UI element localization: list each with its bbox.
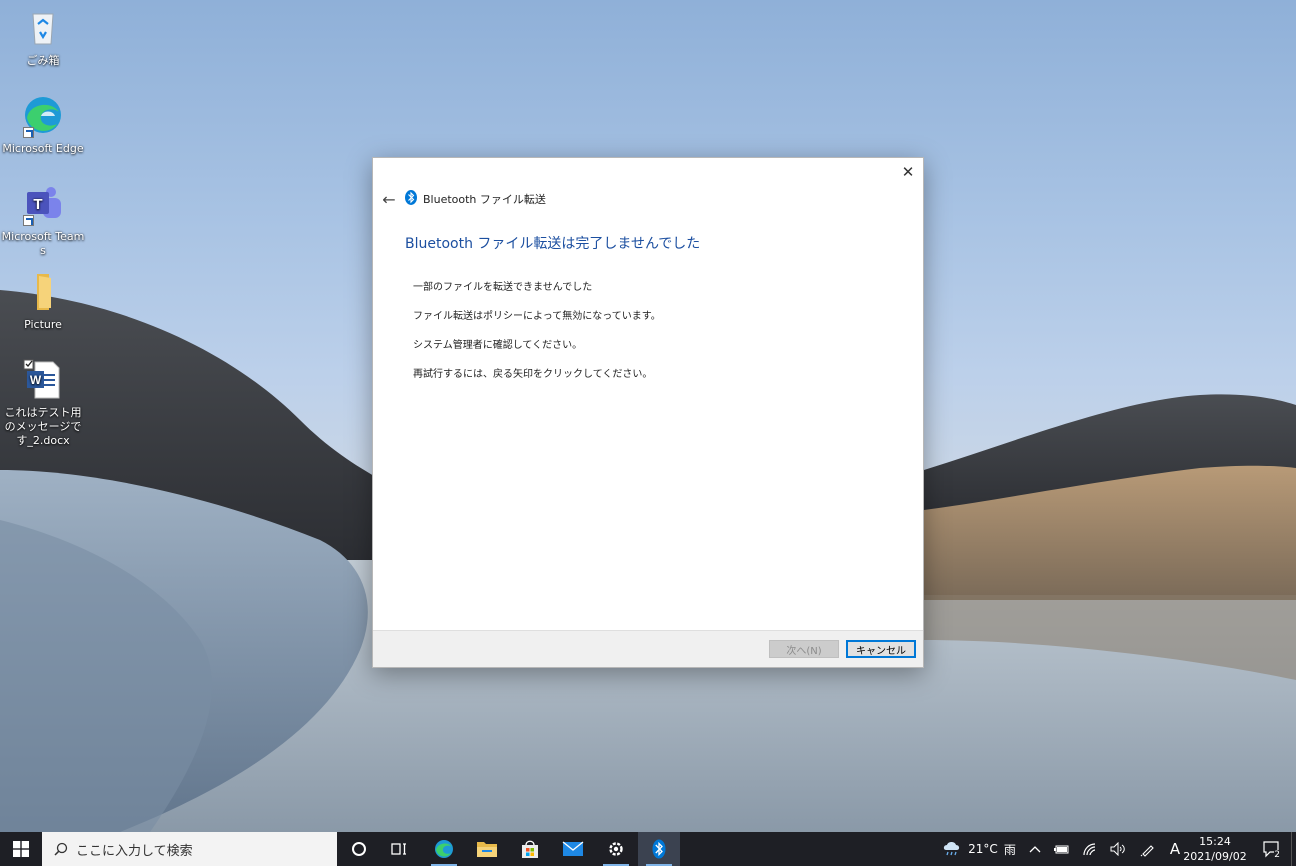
close-button[interactable]: ✕ (893, 158, 923, 186)
cancel-button[interactable]: キャンセル (846, 640, 916, 658)
recycle-bin-icon (21, 6, 65, 50)
chevron-up-icon (1029, 846, 1041, 853)
search-icon (54, 842, 68, 856)
bluetooth-transfer-dialog: ✕ ← Bluetooth ファイル転送 Bluetooth ファイル転送は完了… (372, 157, 924, 668)
task-view-icon (391, 843, 406, 855)
mail-icon (562, 841, 584, 856)
desktop-icon-recycle-bin[interactable]: ごみ箱 (1, 6, 85, 68)
desktop-icon-teams[interactable]: T Microsoft Teams (1, 182, 85, 258)
desktop-icon-label: Microsoft Teams (1, 230, 85, 257)
weather-condition: 雨 (1003, 842, 1016, 857)
start-button[interactable] (0, 832, 42, 866)
taskbar: ここに入力して検索 21°C 雨 A 15:24 2021/09/02 2 (0, 832, 1296, 866)
back-arrow-icon: ← (382, 189, 396, 209)
edge-icon (21, 94, 65, 138)
taskbar-app-mail[interactable] (552, 832, 594, 866)
desktop-icon-edge[interactable]: Microsoft Edge (1, 94, 85, 156)
tray-battery-button[interactable] (1050, 832, 1074, 866)
taskbar-app-file-explorer[interactable] (466, 832, 508, 866)
desktop-icon-label: これはテスト用のメッセージです_2.docx (4, 406, 82, 447)
taskbar-app-store[interactable] (509, 832, 551, 866)
desktop-icon-label: Microsoft Edge (2, 142, 84, 155)
teams-icon: T (21, 182, 65, 226)
taskbar-app-bluetooth-transfer[interactable] (638, 832, 680, 866)
edge-icon (435, 840, 453, 858)
desktop-icon-label: ごみ箱 (26, 54, 60, 67)
settings-icon (609, 842, 623, 856)
tray-pen-button[interactable] (1136, 832, 1160, 866)
back-button[interactable]: ← (378, 189, 400, 209)
windows-logo-icon (13, 841, 29, 857)
message-line: 一部のファイルを転送できませんでした (413, 282, 593, 293)
task-view-button[interactable] (380, 832, 418, 866)
taskbar-app-settings[interactable] (595, 832, 637, 866)
shortcut-arrow-icon (23, 127, 34, 138)
svg-text:T: T (33, 196, 42, 213)
weather-temperature: 21°C (968, 842, 998, 856)
next-button[interactable]: 次へ(N) (769, 640, 839, 658)
page-title: Bluetooth ファイル転送は完了しませんでした (405, 236, 701, 252)
clock-date: 2021/09/02 (1183, 850, 1247, 863)
close-icon: ✕ (901, 163, 915, 181)
word-document-icon: W (21, 358, 65, 402)
rain-cloud-icon (944, 842, 960, 856)
search-placeholder: ここに入力して検索 (76, 843, 193, 859)
bluetooth-icon (652, 839, 666, 859)
wizard-title: Bluetooth ファイル転送 (423, 193, 546, 206)
cortana-button[interactable] (340, 832, 378, 866)
search-box[interactable]: ここに入力して検索 (42, 832, 337, 866)
clock-time: 15:24 (1199, 835, 1231, 848)
desktop-icon-label: Picture (24, 318, 62, 331)
battery-icon (1054, 845, 1069, 854)
svg-text:W: W (30, 373, 42, 387)
file-explorer-icon (477, 842, 497, 857)
action-center-button[interactable]: 2 (1256, 832, 1286, 866)
folder-icon (21, 270, 65, 314)
taskbar-clock[interactable]: 15:24 2021/09/02 (1180, 832, 1250, 866)
pen-icon (1140, 845, 1154, 857)
tray-network-button[interactable] (1078, 832, 1102, 866)
message-line: 再試行するには、戻る矢印をクリックしてください。 (413, 369, 653, 380)
shortcut-arrow-icon (23, 215, 34, 226)
weather-widget[interactable]: 21°C 雨 (938, 832, 1020, 866)
store-icon (522, 840, 538, 858)
volume-icon (1110, 842, 1125, 856)
notification-count-badge: 2 (1274, 850, 1280, 860)
tray-overflow-button[interactable] (1025, 832, 1045, 866)
wifi-icon (1083, 843, 1096, 856)
bluetooth-icon (405, 190, 417, 205)
message-line: システム管理者に確認してください。 (413, 340, 583, 351)
desktop-icon-picture-folder[interactable]: Picture (1, 270, 85, 332)
tray-volume-button[interactable] (1106, 832, 1130, 866)
desktop-icon-word-document[interactable]: W これはテスト用のメッセージです_2.docx (1, 358, 85, 448)
show-desktop-button[interactable] (1291, 832, 1296, 866)
cortana-icon (352, 842, 366, 856)
dialog-footer: 次へ(N) キャンセル (373, 630, 923, 667)
message-line: ファイル転送はポリシーによって無効になっています。 (413, 311, 661, 322)
desktop: ごみ箱 Microsoft Edge T Microsoft Teams Pic… (0, 0, 1296, 832)
taskbar-app-edge[interactable] (423, 832, 465, 866)
